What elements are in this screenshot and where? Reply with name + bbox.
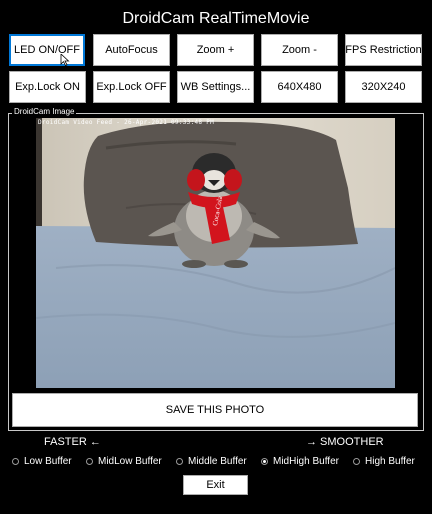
wb-settings-button[interactable]: WB Settings... bbox=[177, 71, 254, 103]
resolution-320x240-button[interactable]: 320X240 bbox=[345, 71, 422, 103]
radio-label: MidLow Buffer bbox=[98, 456, 162, 467]
mouse-cursor-icon bbox=[60, 54, 70, 66]
resolution-640x480-button[interactable]: 640X480 bbox=[261, 71, 338, 103]
camera-preview-image: Coca-Cola bbox=[36, 118, 395, 388]
smoother-label: → SMOOTHER bbox=[306, 436, 384, 448]
faster-label: FASTER ← bbox=[44, 436, 101, 448]
radio-indicator-selected[interactable] bbox=[261, 458, 268, 465]
save-photo-button[interactable]: SAVE THIS PHOTO bbox=[12, 393, 418, 427]
radio-midhigh-buffer[interactable]: MidHigh Buffer bbox=[261, 456, 339, 467]
radio-indicator[interactable] bbox=[86, 458, 93, 465]
video-timestamp-overlay: DroidCam Video Feed - 26-Apr-2021 09:33:… bbox=[38, 119, 215, 126]
radio-midlow-buffer[interactable]: MidLow Buffer bbox=[86, 456, 162, 467]
radio-indicator[interactable] bbox=[176, 458, 183, 465]
led-toggle-button[interactable]: LED ON/OFF bbox=[9, 34, 85, 66]
radio-high-buffer[interactable]: High Buffer bbox=[353, 456, 415, 467]
radio-label: Low Buffer bbox=[24, 456, 72, 467]
zoom-out-button[interactable]: Zoom - bbox=[261, 34, 338, 66]
radio-low-buffer[interactable]: Low Buffer bbox=[12, 456, 72, 467]
exposure-lock-on-button[interactable]: Exp.Lock ON bbox=[9, 71, 86, 103]
fps-restriction-button[interactable]: FPS Restriction bbox=[345, 34, 422, 66]
camera-scene: Coca-Cola bbox=[36, 118, 395, 388]
buffer-radio-group: Low Buffer MidLow Buffer Middle Buffer M… bbox=[0, 456, 432, 470]
radio-label: Middle Buffer bbox=[188, 456, 247, 467]
radio-indicator[interactable] bbox=[353, 458, 360, 465]
window-title: DroidCam RealTimeMovie bbox=[122, 10, 310, 27]
group-label: DroidCam Image bbox=[12, 107, 77, 116]
radio-label: High Buffer bbox=[365, 456, 415, 467]
exit-button[interactable]: Exit bbox=[183, 475, 248, 495]
radio-middle-buffer[interactable]: Middle Buffer bbox=[176, 456, 247, 467]
exposure-lock-off-button[interactable]: Exp.Lock OFF bbox=[93, 71, 170, 103]
radio-indicator[interactable] bbox=[12, 458, 19, 465]
zoom-in-button[interactable]: Zoom + bbox=[177, 34, 254, 66]
radio-label: MidHigh Buffer bbox=[273, 456, 339, 467]
autofocus-button[interactable]: AutoFocus bbox=[93, 34, 170, 66]
